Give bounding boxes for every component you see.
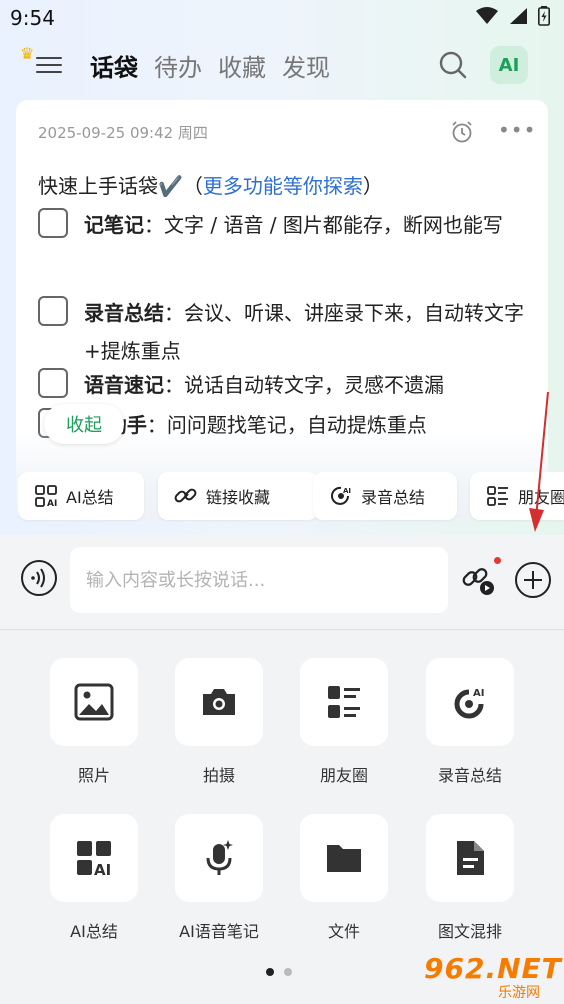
voice-input-icon[interactable] — [20, 559, 58, 597]
crown-icon: ♛ — [20, 44, 35, 63]
link-play-icon[interactable] — [460, 561, 496, 597]
alarm-icon[interactable] — [450, 120, 474, 144]
grid-item-record-summary[interactable]: AI 录音总结 — [426, 658, 516, 786]
grid-item-ai-summary[interactable]: AI AI总结 — [50, 814, 140, 942]
document-icon — [457, 841, 484, 875]
tab-discover[interactable]: 发现 — [282, 48, 330, 83]
quick-ai-summary-button[interactable]: AI AI总结 — [18, 472, 144, 520]
notification-dot — [494, 557, 501, 564]
camera-icon — [203, 689, 235, 715]
wifi-icon — [476, 7, 498, 24]
status-icons — [476, 6, 550, 26]
quick-record-summary-button[interactable]: AI 录音总结 — [313, 472, 457, 520]
checkbox[interactable] — [38, 208, 68, 238]
page-dot[interactable] — [284, 968, 292, 976]
tab-favorites[interactable]: 收藏 — [218, 48, 266, 83]
quick-link-save-button[interactable]: 链接收藏 — [158, 472, 318, 520]
grid-item-mixed-layout[interactable]: 图文混排 — [426, 814, 516, 942]
input-bar — [0, 535, 564, 630]
plus-icon[interactable] — [514, 561, 552, 599]
moments-icon — [328, 686, 360, 718]
grid-item-camera[interactable]: 拍摄 — [175, 658, 265, 786]
more-icon[interactable]: ••• — [498, 120, 536, 140]
tab-huadai[interactable]: 话袋 — [90, 48, 138, 83]
svg-text:AI: AI — [473, 688, 484, 699]
link-icon — [174, 488, 197, 503]
status-time: 9:54 — [10, 6, 55, 30]
status-bar: 9:54 — [0, 0, 564, 38]
top-area: 9:54 ♛ 话袋 待办 收藏 发现 AI 2025-09-25 09:42 周… — [0, 0, 564, 535]
tool-grid: 照片 拍摄 朋友圈 AI 录音总结 AI AI总结 AI语音笔记 文件 图文混排 — [0, 630, 564, 1004]
svg-text:AI: AI — [343, 487, 351, 495]
quick-actions-row: AI AI总结 链接收藏 AI 录音总结 朋友圈 — [18, 472, 564, 522]
grid-item-file[interactable]: 文件 — [300, 814, 390, 942]
grid-item-photo[interactable]: 照片 — [50, 658, 140, 786]
checkbox[interactable] — [38, 296, 68, 326]
ai-summary-icon: AI — [35, 485, 57, 508]
watermark-logo: 962.NET 乐游网 — [424, 952, 562, 1001]
red-arrow-annotation — [529, 391, 549, 532]
svg-text:AI: AI — [47, 499, 57, 508]
grid-item-moments[interactable]: 朋友圈 — [300, 658, 390, 786]
note-card[interactable]: 2025-09-25 09:42 周四 ••• 快速上手话袋✔️（更多功能等你探… — [16, 100, 548, 520]
ai-voice-note-icon — [206, 840, 233, 875]
collapse-button[interactable]: 收起 — [44, 404, 124, 444]
grid-item-ai-voice-note[interactable]: AI语音笔记 — [175, 814, 265, 942]
moments-icon — [487, 486, 508, 506]
note-date: 2025-09-25 09:42 周四 — [38, 124, 208, 142]
signal-icon — [510, 8, 527, 24]
page-dot-active[interactable] — [266, 968, 274, 976]
tab-bar: 话袋 待办 收藏 发现 — [90, 48, 330, 83]
record-summary-icon: AI — [331, 486, 351, 505]
svg-text:AI: AI — [94, 861, 111, 878]
battery-icon — [538, 6, 550, 26]
note-input[interactable] — [70, 547, 448, 613]
tab-todo[interactable]: 待办 — [154, 48, 202, 83]
ai-button[interactable]: AI — [490, 46, 528, 84]
image-icon — [74, 683, 114, 721]
explore-link[interactable]: 更多功能等你探索 — [203, 174, 363, 198]
page-indicator — [266, 968, 292, 976]
search-icon[interactable] — [438, 50, 468, 80]
record-summary-icon: AI — [454, 688, 484, 719]
top-nav: ♛ 话袋 待办 收藏 发现 AI — [0, 40, 564, 94]
checkbox[interactable] — [38, 368, 68, 398]
menu-icon[interactable] — [36, 52, 62, 78]
note-title: 快速上手话袋✔️（更多功能等你探索） — [38, 174, 383, 198]
folder-icon — [327, 845, 361, 872]
ai-summary-icon: AI — [77, 841, 111, 878]
